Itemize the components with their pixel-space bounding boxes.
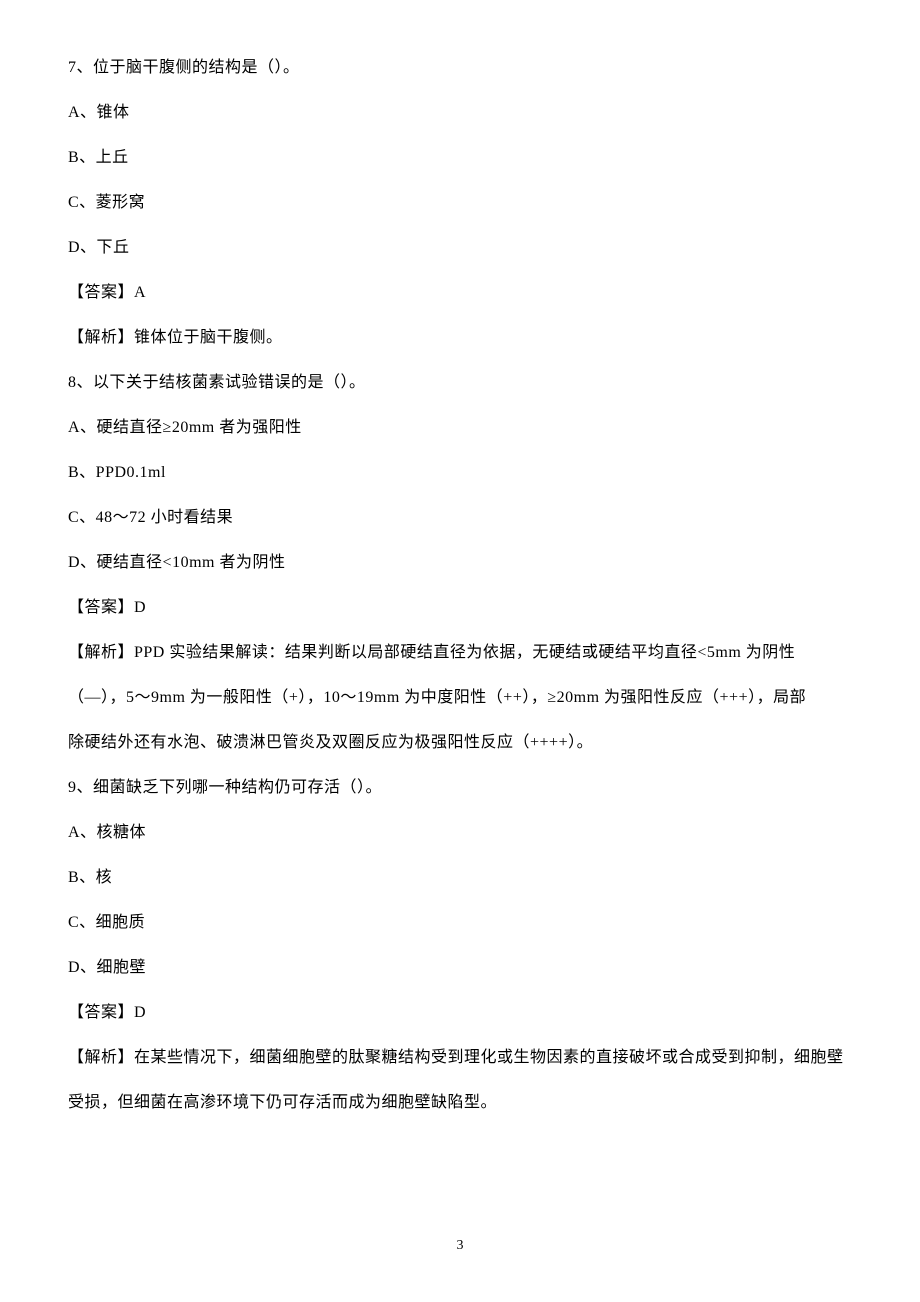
q9-option-d: D、细胞壁 xyxy=(68,960,852,976)
q7-option-c: C、菱形窝 xyxy=(68,195,852,211)
q8-analysis-line2: （—），5～9mm 为一般阳性（+），10～19mm 为中度阳性（++），≥20… xyxy=(68,690,852,706)
q8-option-b: B、PPD0.1ml xyxy=(68,465,852,481)
q9-option-c: C、细胞质 xyxy=(68,915,852,931)
q8-analysis-line1: 【解析】PPD 实验结果解读：结果判断以局部硬结直径为依据，无硬结或硬结平均直径… xyxy=(68,645,852,661)
q8-option-c: C、48～72 小时看结果 xyxy=(68,510,852,526)
q9-option-b: B、核 xyxy=(68,870,852,886)
q9-stem: 9、细菌缺乏下列哪一种结构仍可存活（）。 xyxy=(68,780,852,796)
page-number: 3 xyxy=(0,1238,920,1254)
document-page: 7、位于脑干腹侧的结构是（）。 A、锥体 B、上丘 C、菱形窝 D、下丘 【答案… xyxy=(0,0,920,1111)
q7-option-a: A、锥体 xyxy=(68,105,852,121)
q9-analysis-line2: 受损，但细菌在高渗环境下仍可存活而成为细胞壁缺陷型。 xyxy=(68,1095,852,1111)
q7-option-b: B、上丘 xyxy=(68,150,852,166)
q8-answer: 【答案】D xyxy=(68,600,852,616)
q8-analysis-line3: 除硬结外还有水泡、破溃淋巴管炎及双圈反应为极强阳性反应（++++）。 xyxy=(68,735,852,751)
q8-option-a: A、硬结直径≥20mm 者为强阳性 xyxy=(68,420,852,436)
q8-stem: 8、以下关于结核菌素试验错误的是（）。 xyxy=(68,375,852,391)
q9-answer: 【答案】D xyxy=(68,1005,852,1021)
q9-option-a: A、核糖体 xyxy=(68,825,852,841)
q7-option-d: D、下丘 xyxy=(68,240,852,256)
q7-stem: 7、位于脑干腹侧的结构是（）。 xyxy=(68,60,852,76)
q9-analysis-line1: 【解析】在某些情况下，细菌细胞壁的肽聚糖结构受到理化或生物因素的直接破坏或合成受… xyxy=(68,1050,852,1066)
q7-answer: 【答案】A xyxy=(68,285,852,301)
q8-option-d: D、硬结直径<10mm 者为阴性 xyxy=(68,555,852,571)
q7-analysis: 【解析】锥体位于脑干腹侧。 xyxy=(68,330,852,346)
